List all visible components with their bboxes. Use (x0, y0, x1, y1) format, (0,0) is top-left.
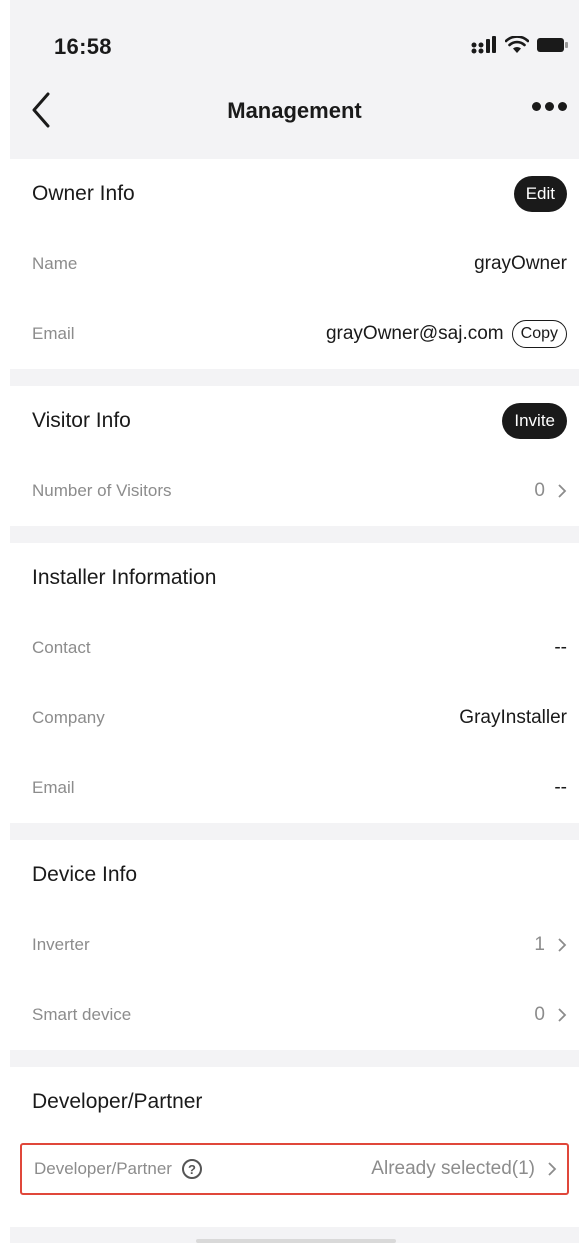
row-label: Name (32, 254, 78, 273)
divider (10, 526, 579, 543)
owner-info-section: Owner Info Edit Name grayOwner Email gra… (10, 159, 579, 369)
status-time: 16:58 (54, 34, 112, 59)
device-info-header: Device Info (10, 840, 579, 910)
invite-button[interactable]: Invite (502, 403, 567, 439)
status-bar: 16:58 (10, 0, 579, 80)
section-title: Developer/Partner (32, 1090, 203, 1113)
section-title: Installer Information (32, 566, 217, 589)
installer-info-header: Installer Information (10, 543, 579, 613)
battery-icon (537, 38, 568, 52)
row-label: Developer/Partner (34, 1159, 172, 1178)
status-icons (471, 36, 569, 54)
divider (10, 1050, 579, 1067)
chevron-right-icon (558, 938, 567, 952)
phone-screen: 16:58 Management Owner Info Edit Name gr… (10, 0, 579, 1243)
nav-bar: Management (10, 80, 579, 142)
owner-name-value: grayOwner (474, 253, 567, 274)
chevron-right-icon (558, 484, 567, 498)
owner-email-wrap: grayOwner@saj.com Copy (326, 320, 567, 348)
chevron-right-icon (558, 1008, 567, 1022)
smart-device-row[interactable]: Smart device 0 (10, 980, 579, 1050)
installer-company-row: Company GrayInstaller (10, 683, 579, 753)
installer-email-value: -- (554, 777, 567, 798)
chevron-right-icon (548, 1162, 557, 1176)
visitor-count-wrap: 0 (534, 480, 567, 502)
owner-name-row: Name grayOwner (10, 229, 579, 299)
device-info-section: Device Info Inverter 1 Smart device 0 (10, 840, 579, 1050)
row-label: Contact (32, 638, 91, 657)
inverter-wrap: 1 (534, 934, 567, 956)
installer-contact-value: -- (554, 637, 567, 658)
developer-partner-section: Developer/Partner Developer/Partner ? Al… (10, 1067, 579, 1227)
installer-contact-row: Contact -- (10, 613, 579, 683)
home-indicator (196, 1239, 396, 1243)
visitor-count-value: 0 (534, 480, 545, 501)
smart-device-count-value: 0 (534, 1004, 545, 1025)
developer-partner-row[interactable]: Developer/Partner ? Already selected(1) (20, 1143, 569, 1195)
edit-button[interactable]: Edit (513, 176, 567, 212)
row-label: Inverter (32, 935, 90, 954)
divider (10, 142, 579, 159)
section-title: Visitor Info (32, 409, 131, 432)
section-title: Owner Info (32, 182, 135, 205)
divider (10, 823, 579, 840)
signal-icon (471, 36, 496, 54)
installer-company-value: GrayInstaller (459, 707, 567, 728)
developer-partner-label-wrap: Developer/Partner ? (34, 1159, 202, 1179)
copy-button[interactable]: Copy (511, 320, 567, 348)
page-title: Management (227, 98, 362, 123)
row-label: Company (32, 708, 105, 727)
owner-email-value: grayOwner@saj.com (325, 323, 504, 344)
row-label: Email (32, 324, 75, 343)
more-dots-icon[interactable] (532, 102, 567, 111)
row-label: Email (32, 778, 75, 797)
visitor-info-section: Visitor Info Invite Number of Visitors 0 (10, 386, 579, 526)
installer-email-row: Email -- (10, 753, 579, 823)
divider (10, 369, 579, 386)
developer-partner-header: Developer/Partner (10, 1067, 579, 1137)
developer-partner-value: Already selected(1) (371, 1158, 535, 1179)
question-circle-icon[interactable]: ? (181, 1159, 202, 1179)
developer-partner-wrap: Already selected(1) (371, 1158, 557, 1180)
inverter-row[interactable]: Inverter 1 (10, 910, 579, 980)
installer-info-section: Installer Information Contact -- Company… (10, 543, 579, 823)
row-label: Smart device (32, 1005, 132, 1024)
owner-info-header: Owner Info Edit (10, 159, 579, 229)
visitor-count-row[interactable]: Number of Visitors 0 (10, 456, 579, 526)
wifi-icon (505, 36, 529, 53)
inverter-count-value: 1 (534, 934, 545, 955)
section-title: Device Info (32, 863, 138, 886)
owner-email-row: Email grayOwner@saj.com Copy (10, 299, 579, 369)
row-label: Number of Visitors (32, 481, 172, 500)
visitor-info-header: Visitor Info Invite (10, 386, 579, 456)
smart-device-wrap: 0 (534, 1004, 567, 1026)
